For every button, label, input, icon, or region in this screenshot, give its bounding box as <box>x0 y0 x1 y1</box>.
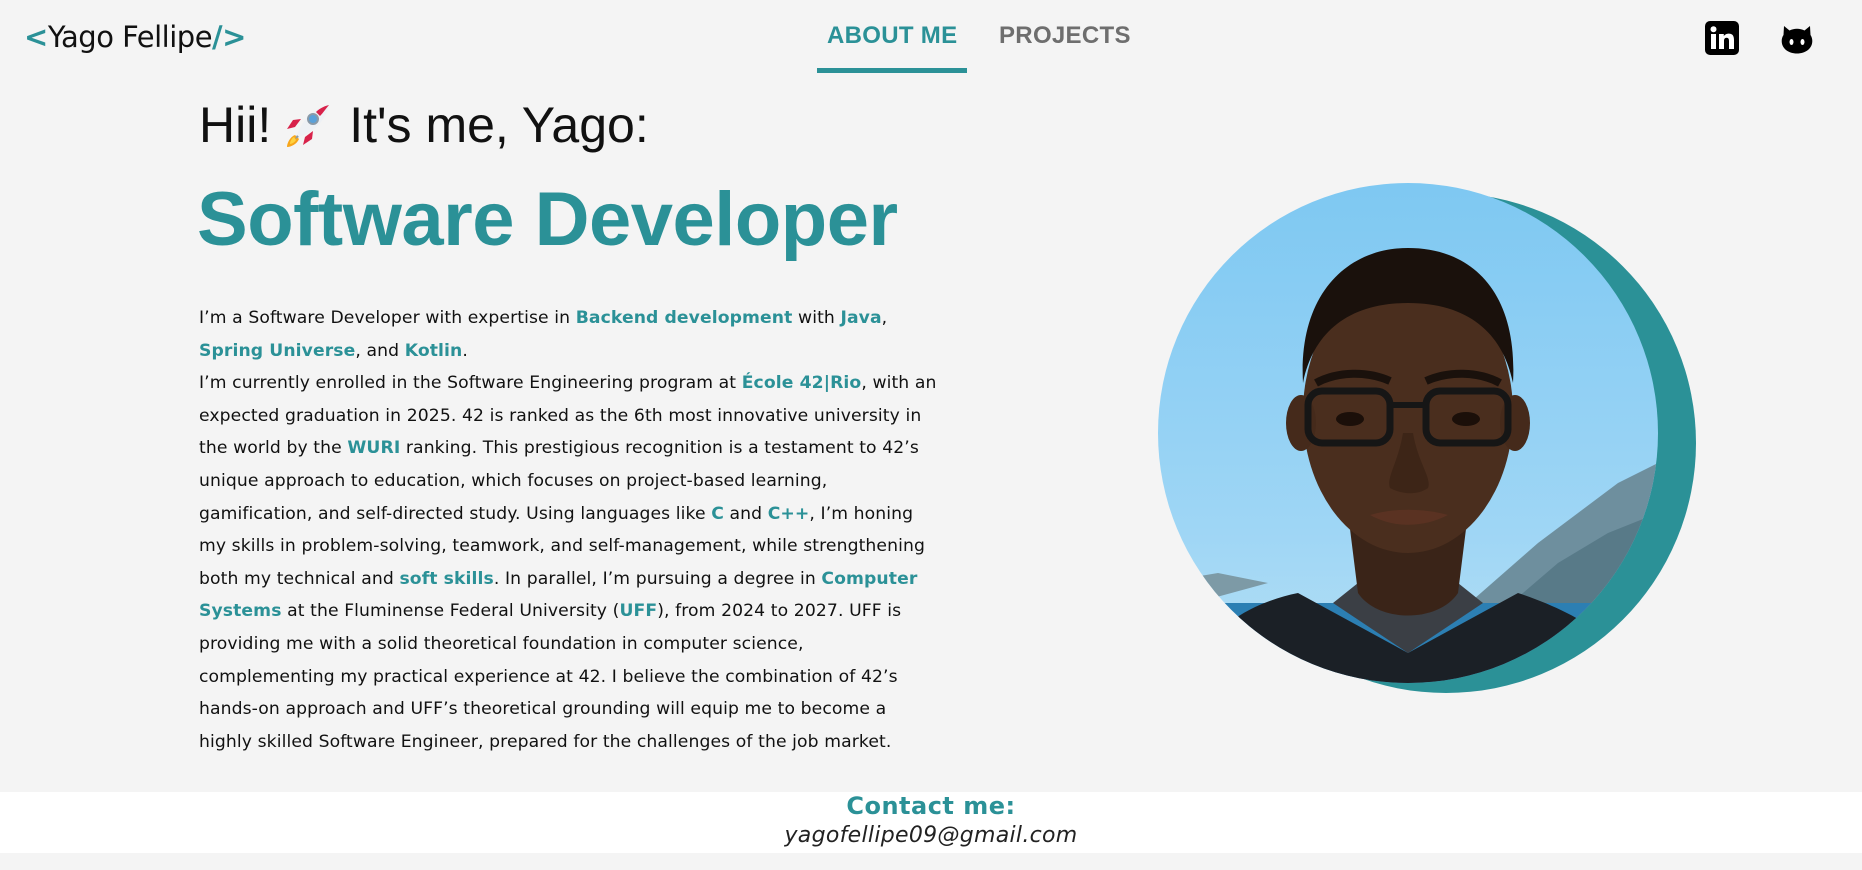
bio-text: , <box>881 308 888 328</box>
github-icon <box>1781 26 1813 54</box>
bio-text: . <box>462 340 468 361</box>
bio-paragraph: I’m a Software Developer with expertise … <box>199 302 944 758</box>
logo-name: Yago Fellipe <box>47 20 213 54</box>
header: <Yago Fellipe/> ABOUT ME PROJECTS <box>0 0 1862 78</box>
bio-text: with <box>792 308 841 328</box>
bio-highlight: UFF <box>619 601 658 622</box>
greeting-end: It's me, Yago: <box>349 97 649 153</box>
contact-title: Contact me: <box>846 792 1016 820</box>
bio-text: I’m currently enrolled in the Software E… <box>199 373 742 394</box>
logo-close-bracket: /> <box>212 20 246 54</box>
rocket-icon <box>287 105 330 147</box>
bio-highlight: Java <box>840 308 882 328</box>
profile-photo <box>1158 183 1698 693</box>
nav-tab-about-me[interactable]: ABOUT ME <box>817 22 968 73</box>
linkedin-icon <box>1705 21 1739 55</box>
contact-email-link[interactable]: yagofellipe09@gmail.com <box>0 823 1862 848</box>
bio-highlight: C++ <box>767 503 810 524</box>
bio-highlight: École 42|Rio <box>741 373 862 394</box>
bio-text: at the Fluminense Federal University ( <box>281 601 620 622</box>
bio-text: and <box>723 503 768 524</box>
bio-text: ), from 2024 to 2027. UFF is providing m… <box>199 601 902 752</box>
contact-footer: Contact me: yagofellipe09@gmail.com <box>0 792 1862 853</box>
site-logo[interactable]: <Yago Fellipe/> <box>24 20 246 54</box>
greeting-heading: Hii! It's me, Yago: <box>199 96 649 154</box>
role-title: Software Developer <box>197 177 898 262</box>
greeting-start: Hii! <box>199 97 272 153</box>
nav-tab-projects[interactable]: PROJECTS <box>989 22 1141 68</box>
logo-open-bracket: < <box>24 20 48 54</box>
bio-highlight: Backend development <box>575 308 793 328</box>
linkedin-link[interactable] <box>1704 20 1740 56</box>
bio-text: . In parallel, I’m pursuing a degree in <box>493 568 822 589</box>
portfolio-page: <Yago Fellipe/> ABOUT ME PROJECTS Hii! I… <box>0 0 1862 870</box>
bio-highlight: soft skills <box>399 568 494 589</box>
bio-highlight: C <box>711 503 724 524</box>
bio-highlight: Spring Universe <box>199 340 356 361</box>
bio-text: I’m a Software Developer with expertise … <box>199 308 576 328</box>
bio-highlight: WURI <box>347 438 401 459</box>
github-link[interactable] <box>1779 20 1815 56</box>
bio-text: , and <box>355 340 405 361</box>
bio-highlight: Kotlin <box>404 340 463 361</box>
